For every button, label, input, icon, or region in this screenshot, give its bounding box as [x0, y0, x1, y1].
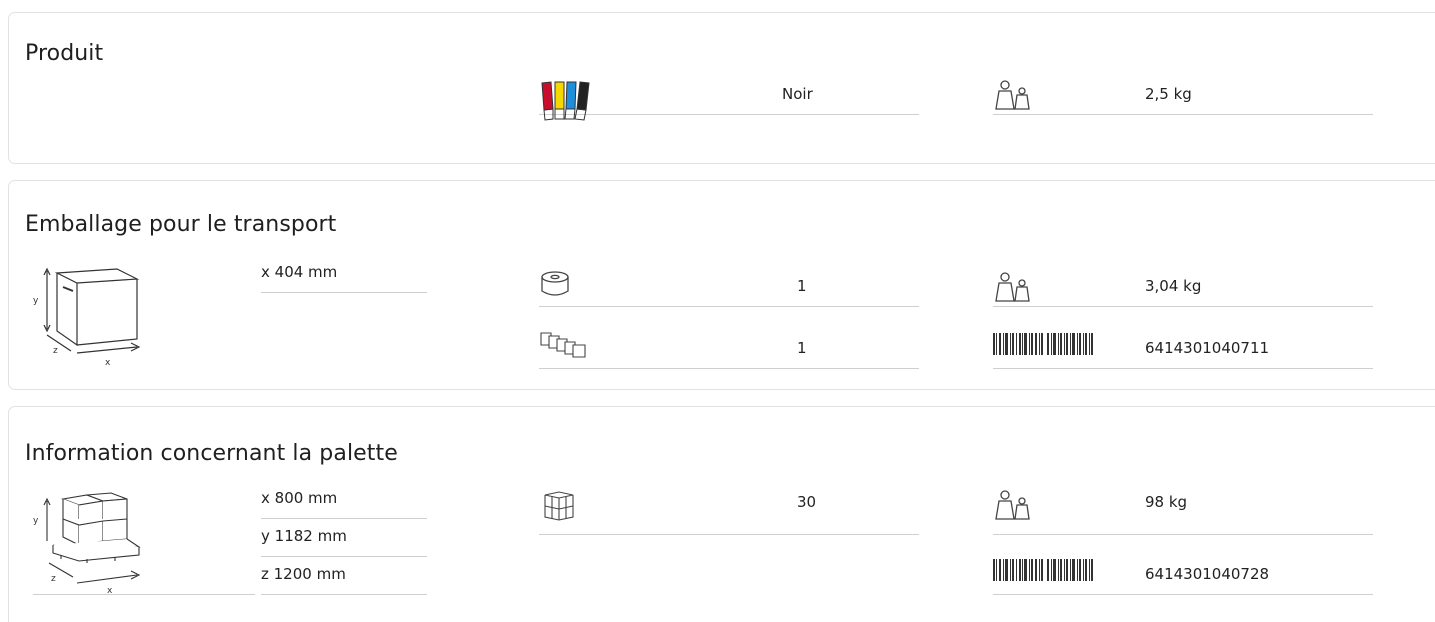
pallet-weight-value: 98 kg	[1145, 493, 1188, 511]
svg-text:y: y	[33, 516, 39, 526]
pallet-panel: Information concernant la palette y z x …	[8, 406, 1435, 622]
transport-ean-value: 6414301040711	[1145, 339, 1270, 357]
transport-packs-row: 1	[539, 331, 919, 369]
transport-roll-row: 1	[539, 269, 919, 307]
pallet-title: Information concernant la palette	[25, 441, 398, 466]
product-weight-value: 2,5 kg	[1145, 85, 1192, 103]
pallet-box-count-row: 30	[539, 491, 919, 535]
pallet-box-count: 30	[797, 493, 817, 511]
transport-roll-count: 1	[797, 277, 807, 295]
weights-icon	[993, 79, 1033, 113]
pallet-dim-y: y 1182 mm	[261, 519, 427, 557]
cube-stack-icon	[539, 489, 579, 523]
product-title: Produit	[25, 41, 104, 66]
pallet-dim-x: x 800 mm	[261, 481, 427, 519]
transport-dim-x: x 404 mm	[261, 255, 427, 293]
transport-panel: Emballage pour le transport y z x x 404 …	[8, 180, 1435, 390]
transport-title: Emballage pour le transport	[25, 212, 337, 237]
product-panel: Produit Noir 2,5 kg	[8, 12, 1435, 164]
weights-icon	[993, 271, 1033, 305]
color-swatches-icon	[539, 81, 595, 121]
svg-text:z: z	[53, 346, 58, 356]
transport-pack-count: 1	[797, 339, 807, 357]
barcode-icon	[993, 559, 1095, 581]
pallet-icon-underline	[33, 557, 255, 595]
product-color-value: Noir	[782, 85, 813, 103]
packs-icon	[539, 329, 603, 361]
transport-weight-value: 3,04 kg	[1145, 277, 1202, 295]
pallet-ean-row: 6414301040728	[993, 557, 1373, 595]
svg-text:y: y	[33, 296, 39, 306]
product-color-row: Noir	[539, 77, 919, 121]
roll-icon	[539, 269, 571, 299]
pallet-ean-value: 6414301040728	[1145, 565, 1270, 583]
transport-ean-row: 6414301040711	[993, 331, 1373, 369]
pallet-weight-row: 98 kg	[993, 490, 1373, 535]
weights-icon	[993, 489, 1033, 523]
pallet-dim-z: z 1200 mm	[261, 557, 427, 595]
barcode-icon	[993, 333, 1095, 355]
carton-box-icon: y z x	[27, 261, 147, 371]
svg-text:x: x	[105, 358, 111, 368]
transport-weight-row: 3,04 kg	[993, 269, 1373, 307]
product-weight-row: 2,5 kg	[993, 77, 1373, 115]
